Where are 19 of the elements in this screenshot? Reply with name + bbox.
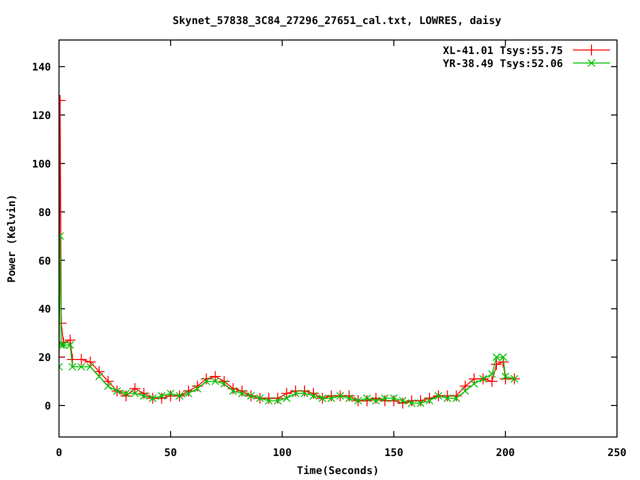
chart-title: Skynet_57838_3C84_27296_27651_cal.txt, LOWRES, daisy — [172, 15, 502, 27]
tick-label: 20 — [38, 352, 51, 364]
tick-label: 60 — [38, 255, 51, 268]
legend-label: XL-41.01 Tsys:55.75 — [442, 45, 563, 57]
tick-label: 40 — [38, 304, 51, 316]
tick-label: 0 — [56, 447, 62, 459]
tick-label: 50 — [164, 447, 177, 459]
tick-label: 120 — [32, 110, 51, 122]
tick-label: 140 — [32, 62, 51, 74]
tick-label: 100 — [272, 447, 292, 459]
tick-label: 250 — [608, 447, 626, 459]
legend-label: YR-38.49 Tsys:52.06 — [442, 58, 563, 70]
axis-title: Time(Seconds) — [296, 465, 380, 477]
tick-label: 80 — [38, 206, 51, 219]
tick-label: 200 — [496, 447, 515, 459]
tick-label: 0 — [44, 400, 51, 413]
axis-title: Power (Kelvin) — [6, 194, 18, 283]
tick-label: 100 — [32, 158, 51, 170]
tick-label: 150 — [384, 447, 404, 459]
